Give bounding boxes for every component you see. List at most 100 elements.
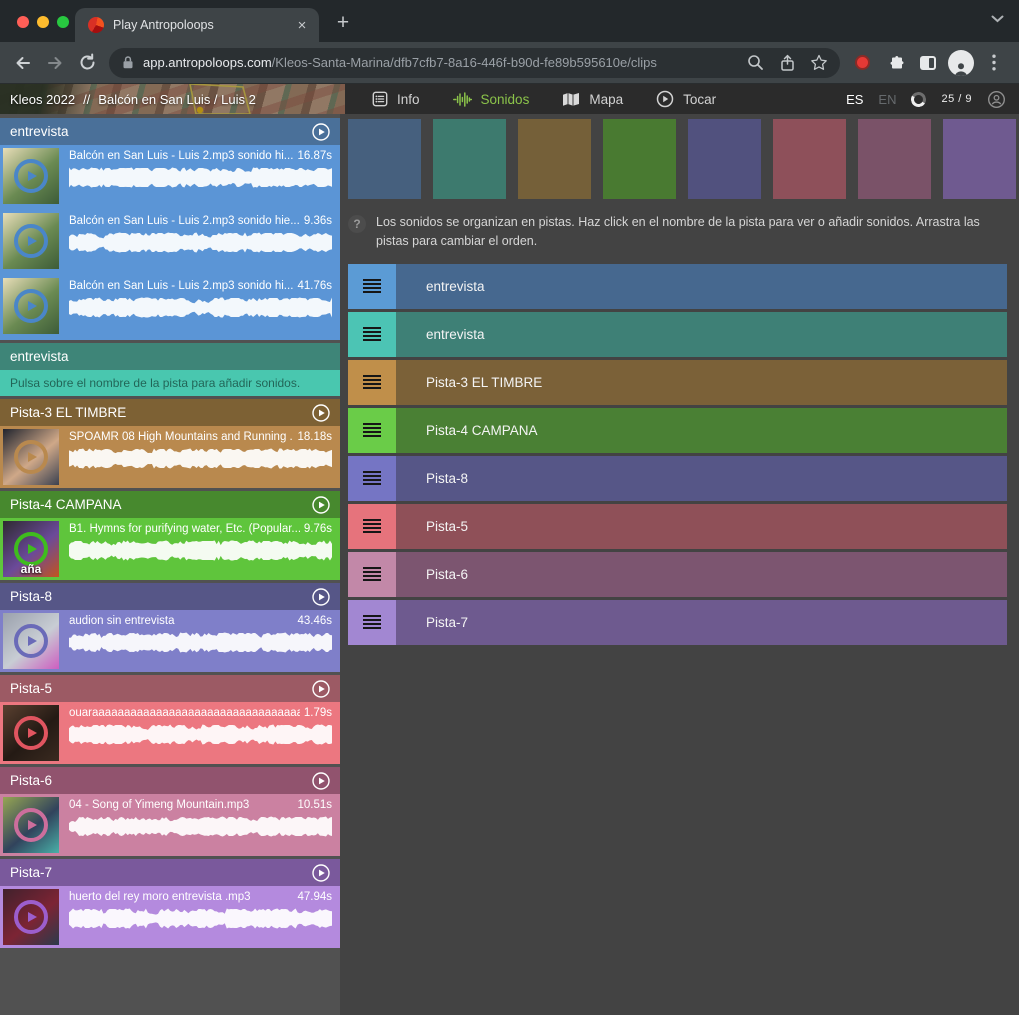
minimize-window-button[interactable] [37, 16, 49, 28]
track-row[interactable]: entrevista [348, 264, 1007, 309]
track-play-button[interactable] [311, 679, 331, 699]
clip-thumbnail[interactable] [3, 213, 59, 269]
project-banner[interactable]: Kleos 2022 // Balcón en San Luis / Luis … [0, 84, 345, 114]
reload-icon[interactable] [72, 48, 102, 78]
drag-handle[interactable] [348, 408, 396, 453]
share-icon[interactable] [772, 48, 802, 78]
audio-clip[interactable]: ouaraaaaaaaaaaaaaaaaaaaaaaaaaaaaaaaaaa..… [0, 702, 340, 764]
track-header[interactable]: Pista-3 EL TIMBRE [0, 399, 340, 426]
new-tab-button[interactable]: + [329, 9, 357, 37]
browser-menu-icon[interactable] [979, 48, 1009, 78]
tab-close-icon[interactable]: × [293, 16, 311, 34]
track-row-body[interactable]: entrevista [396, 264, 1007, 309]
nav-tab-sonidos[interactable]: Sonidos [453, 92, 530, 107]
lock-icon[interactable] [122, 55, 134, 70]
track-play-button[interactable] [311, 122, 331, 142]
clip-thumbnail[interactable] [3, 705, 59, 761]
extensions-puzzle-icon[interactable] [880, 48, 910, 78]
zoom-level-icon[interactable] [740, 48, 770, 78]
track-clip-list: 04 - Song of Yimeng Mountain.mp310.51s [0, 794, 340, 856]
track-row[interactable]: Pista-8 [348, 456, 1007, 501]
help-text: Los sonidos se organizan en pistas. Haz … [376, 213, 1007, 251]
drag-handle[interactable] [348, 312, 396, 357]
url-bar[interactable]: app.antropoloops.com/Kleos-Santa-Marina/… [109, 48, 840, 78]
track-header[interactable]: Pista-7 [0, 859, 340, 886]
audio-clip[interactable]: audion sin entrevista43.46s [0, 610, 340, 672]
nav-tab-mapa[interactable]: Mapa [562, 92, 623, 107]
track-row-body[interactable]: Pista-8 [396, 456, 1007, 501]
side-panel-icon[interactable] [913, 48, 943, 78]
track-row[interactable]: Pista-4 CAMPANA [348, 408, 1007, 453]
drag-handle[interactable] [348, 600, 396, 645]
track-row-body[interactable]: Pista-7 [396, 600, 1007, 645]
track-row[interactable]: Pista-6 [348, 552, 1007, 597]
nav-tab-info[interactable]: Info [372, 91, 420, 107]
track-header[interactable]: Pista-8 [0, 583, 340, 610]
bookmark-star-icon[interactable] [804, 48, 834, 78]
track-play-button[interactable] [311, 495, 331, 515]
track-row-body[interactable]: Pista-3 EL TIMBRE [396, 360, 1007, 405]
audio-clip[interactable]: 04 - Song of Yimeng Mountain.mp310.51s [0, 794, 340, 856]
drag-handle[interactable] [348, 360, 396, 405]
audio-clip[interactable]: añaB1. Hymns for purifying water, Etc. (… [0, 518, 340, 580]
lang-es-button[interactable]: ES [846, 92, 863, 107]
clip-thumbnail[interactable] [3, 797, 59, 853]
question-mark-icon[interactable]: ? [348, 215, 366, 233]
clip-body: SPOAMR 08 High Mountains and Running ...… [59, 429, 340, 469]
track-play-button[interactable] [311, 863, 331, 883]
clip-play-overlay-icon[interactable] [14, 532, 48, 566]
zoom-window-button[interactable] [57, 16, 69, 28]
audio-clip[interactable]: Balcón en San Luis - Luis 2.mp3 sonido h… [0, 210, 340, 275]
track-row-body[interactable]: Pista-5 [396, 504, 1007, 549]
audio-clip[interactable]: Balcón en San Luis - Luis 2.mp3 sonido h… [0, 145, 340, 210]
clip-play-overlay-icon[interactable] [14, 716, 48, 750]
clip-thumbnail[interactable] [3, 148, 59, 204]
clip-thumbnail[interactable] [3, 278, 59, 334]
clip-play-overlay-icon[interactable] [14, 808, 48, 842]
track-header[interactable]: Pista-6 [0, 767, 340, 794]
clip-body: Balcón en San Luis - Luis 2.mp3 sonido h… [59, 213, 340, 253]
track-row[interactable]: Pista-3 EL TIMBRE [348, 360, 1007, 405]
clip-play-overlay-icon[interactable] [14, 440, 48, 474]
track-play-button[interactable] [311, 771, 331, 791]
track-header[interactable]: entrevista [0, 343, 340, 370]
clip-thumbnail[interactable] [3, 429, 59, 485]
record-extension-icon[interactable] [847, 48, 877, 78]
drag-handle[interactable] [348, 264, 396, 309]
tab-search-chevron-icon[interactable] [991, 15, 1004, 23]
drag-handle[interactable] [348, 456, 396, 501]
nav-tab-tocar[interactable]: Tocar [656, 90, 716, 108]
back-icon[interactable] [8, 48, 38, 78]
browser-tab[interactable]: Play Antropoloops × [75, 8, 319, 42]
clip-thumbnail[interactable] [3, 613, 59, 669]
track-header[interactable]: Pista-4 CAMPANA [0, 491, 340, 518]
track-play-button[interactable] [311, 403, 331, 423]
lang-en-button[interactable]: EN [878, 92, 896, 107]
clip-thumbnail[interactable]: aña [3, 521, 59, 577]
track-row-body[interactable]: Pista-6 [396, 552, 1007, 597]
clip-play-overlay-icon[interactable] [14, 224, 48, 258]
track-play-button[interactable] [311, 587, 331, 607]
drag-handle[interactable] [348, 504, 396, 549]
play-triangle-icon [28, 820, 37, 830]
profile-avatar-icon[interactable] [946, 48, 976, 78]
track-header[interactable]: entrevista [0, 118, 340, 145]
track-row[interactable]: Pista-5 [348, 504, 1007, 549]
track-row[interactable]: Pista-7 [348, 600, 1007, 645]
track-row-body[interactable]: Pista-4 CAMPANA [396, 408, 1007, 453]
clip-play-overlay-icon[interactable] [14, 159, 48, 193]
forward-icon[interactable] [40, 48, 70, 78]
close-window-button[interactable] [17, 16, 29, 28]
audio-clip[interactable]: huerto del rey moro entrevista .mp347.94… [0, 886, 340, 948]
account-icon[interactable] [987, 90, 1006, 109]
audio-clip[interactable]: SPOAMR 08 High Mountains and Running ...… [0, 426, 340, 488]
track-row[interactable]: entrevista [348, 312, 1007, 357]
track-header[interactable]: Pista-5 [0, 675, 340, 702]
clip-thumbnail[interactable] [3, 889, 59, 945]
track-row-body[interactable]: entrevista [396, 312, 1007, 357]
drag-handle[interactable] [348, 552, 396, 597]
audio-clip[interactable]: Balcón en San Luis - Luis 2.mp3 sonido h… [0, 275, 340, 340]
clip-play-overlay-icon[interactable] [14, 624, 48, 658]
clip-play-overlay-icon[interactable] [14, 900, 48, 934]
clip-play-overlay-icon[interactable] [14, 289, 48, 323]
